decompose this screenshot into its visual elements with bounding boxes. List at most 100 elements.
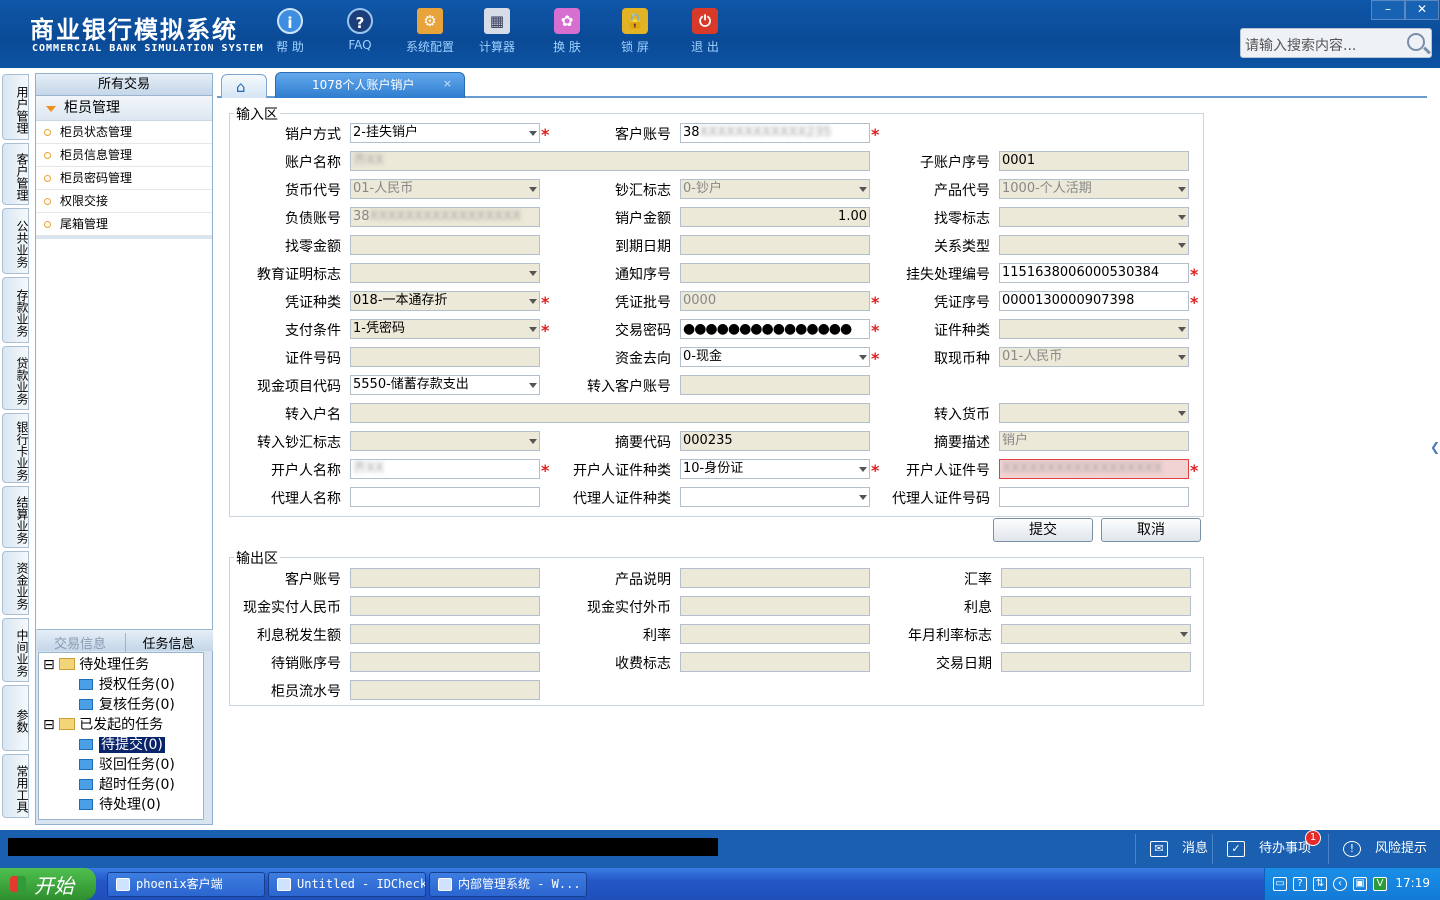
agent-id-type-select[interactable] <box>680 487 870 507</box>
lock-button[interactable]: 🔒 锁 屏 <box>605 8 665 55</box>
vtab-tools[interactable]: 常用工具 <box>2 754 29 818</box>
sub-account-seq-field[interactable]: 0001 <box>999 151 1189 171</box>
tree-item-to-submit[interactable]: 待提交(0) <box>79 736 165 755</box>
label-product-code: 产品代号 <box>934 183 990 199</box>
help-tray-icon[interactable]: ? <box>1293 877 1307 891</box>
menu-permission-handover[interactable]: 权限交接 <box>36 190 212 213</box>
voucher-type-select[interactable]: 018-一本通存折 <box>350 291 540 311</box>
id-type-select[interactable] <box>999 319 1189 339</box>
all-transactions-header[interactable]: 所有交易 <box>36 74 212 96</box>
vtab-loan[interactable]: 贷款业务 <box>2 346 29 410</box>
notice-seq-field[interactable] <box>680 263 870 283</box>
vtab-settlement[interactable]: 结算业务 <box>2 486 29 548</box>
vtab-params[interactable]: 参数 <box>2 685 29 751</box>
tab-current-transaction[interactable]: 1078个人账户销户 × <box>275 72 465 98</box>
transaction-password-field[interactable]: ●●●●●●●●●●●●●●● <box>680 319 870 339</box>
cancel-button[interactable]: 取消 <box>1101 518 1201 542</box>
teller-mgmt-group[interactable]: 柜员管理 <box>36 96 212 121</box>
cash-item-code-select[interactable]: 5550-储蓄存款支出 <box>350 375 540 395</box>
transfer-in-name-field[interactable] <box>350 403 870 423</box>
tree-item-auth-task[interactable]: 授权任务(0) <box>79 676 175 695</box>
vtab-user-mgmt[interactable]: 用户管理 <box>2 74 29 140</box>
change-flag-select[interactable] <box>999 207 1189 227</box>
transfer-in-account-field[interactable] <box>680 375 870 395</box>
transfer-in-cash-flag-select[interactable] <box>350 431 540 451</box>
tab-transaction-info[interactable]: 交易信息 <box>37 633 123 652</box>
liability-account-field[interactable]: 38XXXXXXXXXXXXXXXXX <box>350 207 540 227</box>
menu-teller-password[interactable]: 柜员密码管理 <box>36 167 212 190</box>
voucher-batch-field[interactable]: 0000 <box>680 291 870 311</box>
vtab-bank-card[interactable]: 银行卡业务 <box>2 413 29 483</box>
tree-node-initiated[interactable]: ⊟ 已发起的任务 <box>43 716 163 735</box>
close-window-button[interactable]: ✕ <box>1405 0 1439 20</box>
vtab-deposit[interactable]: 存款业务 <box>2 277 29 343</box>
help-button[interactable]: i 帮 助 <box>260 8 320 55</box>
skin-button[interactable]: ✿ 换 肤 <box>537 8 597 55</box>
education-flag-select[interactable] <box>350 263 540 283</box>
product-code-select[interactable]: 1000-个人活期 <box>999 179 1189 199</box>
tab-home[interactable]: ⌂ <box>221 74 267 98</box>
close-icon[interactable]: × <box>443 77 452 90</box>
start-button[interactable]: 开始 <box>0 868 96 900</box>
payment-condition-select[interactable]: 1-凭密码 <box>350 319 540 339</box>
calculator-button[interactable]: ▦ 计算器 <box>467 8 527 55</box>
messages-button[interactable]: ✉ 消息 <box>1135 834 1211 864</box>
agent-id-number-field[interactable] <box>999 487 1189 507</box>
id-number-field[interactable] <box>350 347 540 367</box>
transfer-in-currency-select[interactable] <box>999 403 1189 423</box>
close-method-select[interactable]: 2-挂失销户 <box>350 123 540 143</box>
due-date-field[interactable] <box>680 235 870 255</box>
tree-node-pending[interactable]: ⊟ 待处理任务 <box>43 656 149 675</box>
loss-report-no-field[interactable]: 1151638006000530384 <box>999 263 1189 283</box>
search-box[interactable]: 请输入搜索内容... <box>1240 28 1432 58</box>
v-tray-icon[interactable]: V <box>1373 877 1387 891</box>
summary-code-field[interactable]: 000235 <box>680 431 870 451</box>
menu-teller-info[interactable]: 柜员信息管理 <box>36 144 212 167</box>
search-icon[interactable] <box>1407 33 1425 51</box>
taskbar-phoenix-client[interactable]: phoenix客户端 <box>107 872 265 897</box>
search-input[interactable]: 请输入搜索内容... <box>1245 38 1356 54</box>
relation-type-select[interactable] <box>999 235 1189 255</box>
exit-button[interactable]: ⏻ 退 出 <box>675 8 735 55</box>
tree-item-rejected[interactable]: 驳回任务(0) <box>79 756 175 775</box>
vtab-intermediary[interactable]: 中间业务 <box>2 618 29 682</box>
account-name-field[interactable]: 齐XX <box>350 151 870 171</box>
menu-teller-status[interactable]: 柜员状态管理 <box>36 121 212 144</box>
customer-account-field[interactable]: 38XXXXXXXXXXXX235 <box>680 123 870 143</box>
network-icon[interactable]: ⇅ <box>1313 877 1327 891</box>
opener-id-number-field[interactable]: XXXXXXXXXXXXXXXXXX <box>999 459 1189 479</box>
risk-alert-button[interactable]: ! 风险提示 <box>1328 834 1440 864</box>
keyboard-icon[interactable]: ▭ <box>1273 877 1287 891</box>
out-rate-flag-select[interactable] <box>1001 624 1191 644</box>
collapse-arrow-icon[interactable]: ❮ <box>1430 440 1440 454</box>
close-amount-field[interactable]: 1.00 <box>680 207 870 227</box>
agent-name-field[interactable] <box>350 487 540 507</box>
label-id-number: 证件号码 <box>285 351 341 367</box>
minimize-button[interactable]: – <box>1371 0 1405 20</box>
submit-button[interactable]: 提交 <box>993 518 1093 542</box>
tree-item-to-process[interactable]: 待处理(0) <box>79 796 161 815</box>
label-id-type: 证件种类 <box>934 323 990 339</box>
voucher-seq-field[interactable]: 0000130000907398 <box>999 291 1189 311</box>
taskbar-internal-mgmt[interactable]: 内部管理系统 - W... <box>429 872 587 897</box>
opener-name-field[interactable]: 齐XX <box>350 459 540 479</box>
opener-id-type-select[interactable]: 10-身份证 <box>680 459 870 479</box>
faq-button[interactable]: ? FAQ <box>330 8 390 52</box>
tree-item-review-task[interactable]: 复核任务(0) <box>79 696 175 715</box>
currency-code-select[interactable]: 01-人民币 <box>350 179 540 199</box>
withdraw-currency-select[interactable]: 01-人民币 <box>999 347 1189 367</box>
tree-item-timeout[interactable]: 超时任务(0) <box>79 776 175 795</box>
vtab-customer-mgmt[interactable]: 客户管理 <box>2 143 29 205</box>
expand-tray-icon[interactable]: ‹ <box>1333 877 1347 891</box>
config-button[interactable]: ⚙ 系统配置 <box>400 8 460 55</box>
vtab-public-business[interactable]: 公共业务 <box>2 208 29 274</box>
taskbar-idcheck[interactable]: Untitled - IDCheck <box>268 872 426 897</box>
monitor-icon[interactable]: ▣ <box>1353 877 1367 891</box>
summary-desc-field[interactable]: 销户 <box>999 431 1189 451</box>
menu-tail-box[interactable]: 尾箱管理 <box>36 213 212 236</box>
tab-task-info[interactable]: 任务信息 <box>125 633 211 652</box>
vtab-funds[interactable]: 资金业务 <box>2 551 29 615</box>
fund-destination-select[interactable]: 0-现金 <box>680 347 870 367</box>
change-amount-field[interactable] <box>350 235 540 255</box>
cash-remit-flag-select[interactable]: 0-钞户 <box>680 179 870 199</box>
